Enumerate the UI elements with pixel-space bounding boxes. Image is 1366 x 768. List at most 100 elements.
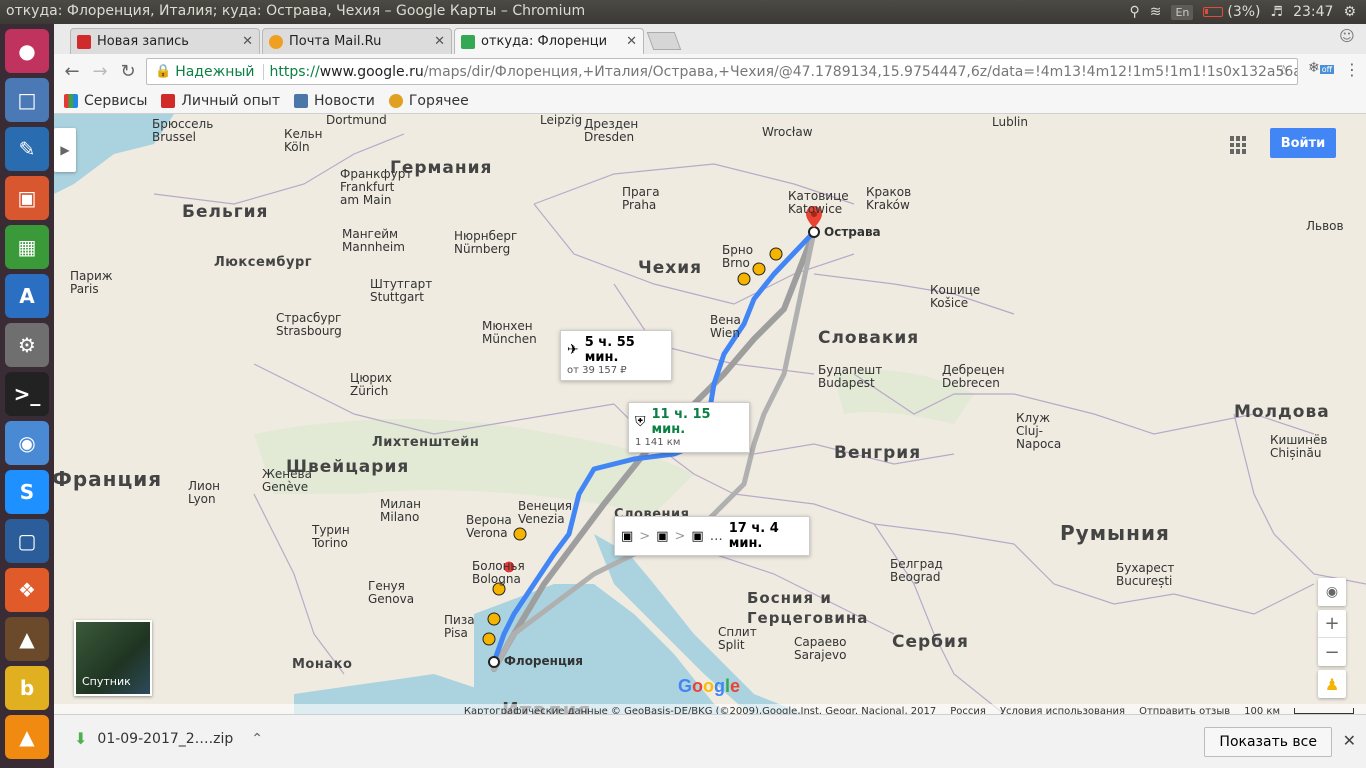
city-label: Мангейм Mannheim [342, 227, 405, 254]
settings-icon[interactable]: ⚙ [1343, 4, 1356, 20]
show-all-downloads-button[interactable]: Показать все [1204, 727, 1332, 757]
mount-icon[interactable]: ▲ [5, 617, 49, 661]
city-label: Сплит Split [718, 625, 757, 652]
download-file-icon: ⬇ [74, 729, 88, 748]
login-button[interactable]: Войти [1270, 128, 1336, 158]
expand-panel-button[interactable]: ▶ [54, 128, 76, 172]
download-filename: 01-09-2017_2….zip [97, 730, 234, 747]
lock-icon: 🔒 [155, 64, 172, 79]
calc-icon[interactable]: ▦ [5, 225, 49, 269]
city-label-destination: Острава [824, 225, 881, 239]
profile-icon[interactable]: ☺ [1336, 27, 1358, 49]
bus-icon: ▣ [621, 528, 634, 544]
plane-icon: ✈ [567, 342, 579, 358]
system-settings-icon[interactable]: ⚙ [5, 323, 49, 367]
bookmarks-bar: Сервисы Личный опыт Новости Горячее [54, 88, 1366, 114]
satellite-label: Спутник [82, 675, 131, 688]
extension-icon[interactable]: ❄ off [1308, 60, 1335, 82]
terminal-icon[interactable]: >_ [5, 372, 49, 416]
forward-icon[interactable]: → [86, 57, 114, 85]
country-label: Чехия [638, 258, 703, 278]
close-icon[interactable]: ✕ [1343, 731, 1356, 750]
transit-duration: 17 ч. 4 мин. [728, 521, 779, 551]
city-label: Страсбург Strasbourg [276, 311, 342, 338]
country-label: Венгрия [834, 443, 922, 463]
url-scheme: https:// [269, 63, 320, 80]
city-label: Генуя Genova [368, 579, 415, 606]
city-label: Милан Milano [380, 497, 422, 524]
tab-mail-ru[interactable]: Почта Mail.Ru ✕ [262, 28, 452, 54]
chevron-up-icon[interactable]: ⌃ [251, 731, 263, 747]
city-label: Будапешт Budapest [818, 363, 883, 390]
chromium-icon[interactable]: ◉ [5, 421, 49, 465]
zoom-in-button[interactable]: + [1318, 610, 1346, 638]
bookmark-services[interactable]: Сервисы [64, 93, 147, 109]
pegman-icon[interactable]: ♟ [1318, 670, 1346, 698]
wifi-icon[interactable]: ≋ [1150, 4, 1162, 20]
impress-icon[interactable]: ▣ [5, 176, 49, 220]
city-label: Бухарест București [1116, 561, 1175, 588]
city-label: Кельн Köln [284, 127, 323, 154]
driving-route-card[interactable]: ⛨ 11 ч. 15 мин. 1 141 км [628, 402, 750, 453]
city-label: Дебрецен Debrecen [942, 363, 1005, 390]
menu-icon[interactable]: ⋮ [1344, 60, 1360, 79]
keyboard-layout-indicator[interactable]: En [1171, 4, 1194, 20]
vk-icon [293, 93, 308, 108]
close-icon[interactable]: ✕ [434, 34, 445, 49]
bookmark-favicon-icon [161, 93, 176, 108]
url-path: /maps/dir/Флоренция,+Италия/Острава,+Чех… [423, 63, 1297, 80]
maps-favicon-icon [461, 34, 475, 49]
flight-price: от 39 157 ₽ [567, 365, 627, 376]
bookmark-hot[interactable]: Горячее [388, 93, 469, 109]
clock[interactable]: 23:47 [1293, 4, 1333, 20]
flight-duration: 5 ч. 55 мин. [584, 335, 635, 365]
reload-icon[interactable]: ↻ [114, 57, 142, 85]
back-icon[interactable]: ← [58, 57, 86, 85]
satellite-toggle[interactable]: Спутник [74, 620, 152, 696]
flight-route-card[interactable]: ✈ 5 ч. 55 мин. от 39 157 ₽ [560, 330, 672, 381]
writer-icon[interactable]: ✎ [5, 127, 49, 171]
windows-app-icon[interactable]: ❖ [5, 568, 49, 612]
close-icon[interactable]: ✕ [626, 34, 637, 49]
city-label: Болонья Bologna [472, 559, 525, 586]
address-bar[interactable]: 🔒 Надежный https:// www.google.ru /maps/… [146, 58, 1298, 85]
battery-indicator[interactable]: (3%) [1203, 4, 1261, 20]
city-label: Франкфурт Frankfurt am Main [340, 167, 413, 207]
city-label: Dortmund [326, 114, 387, 127]
search-icon[interactable]: ⚲ [1129, 4, 1139, 20]
city-label: Краков Kraków [866, 185, 912, 212]
city-label: Пиза Pisa [444, 613, 475, 640]
zoom-control: + − [1318, 610, 1346, 666]
map-canvas[interactable]: Германия Бельгия Люксембург Чехия Словак… [54, 114, 1366, 718]
pikabu-icon [388, 93, 403, 108]
launcher: ● □ ✎ ▣ ▦ A ⚙ >_ ◉ S ▢ ❖ ▲ b ▲ [0, 24, 54, 768]
volume-icon[interactable]: ♬ [1271, 4, 1284, 20]
bookmark-news[interactable]: Новости [293, 93, 375, 109]
google-apps-icon[interactable] [1230, 136, 1248, 154]
dash-ubuntu-icon[interactable]: ● [5, 29, 49, 73]
extension-badge: off [1319, 65, 1335, 74]
zoom-out-button[interactable]: − [1318, 638, 1346, 666]
my-location-button[interactable]: ◉ [1318, 578, 1346, 606]
skype-icon[interactable]: S [5, 470, 49, 514]
tab-new-post[interactable]: Новая запись ✕ [70, 28, 260, 54]
transit-route-card[interactable]: ▣ > ▣ > ▣… 17 ч. 4 мин. [614, 516, 810, 556]
b-app-icon[interactable]: b [5, 666, 49, 710]
virtualbox-icon[interactable]: ▢ [5, 519, 49, 563]
country-label: Румыния [1060, 521, 1170, 545]
download-item[interactable]: ⬇ 01-09-2017_2….zip ⌃ [74, 729, 263, 748]
tab-favicon-icon [269, 34, 283, 49]
new-tab-button[interactable] [646, 32, 682, 50]
bookmark-personal[interactable]: Личный опыт [161, 93, 280, 109]
bookmark-star-icon[interactable]: ☆ [1277, 61, 1291, 80]
vlc-icon[interactable]: ▲ [5, 715, 49, 759]
close-icon[interactable]: ✕ [242, 34, 253, 49]
city-label: Прага Praha [622, 185, 660, 212]
tab-google-maps[interactable]: откуда: Флоренци ✕ [454, 28, 644, 54]
app-store-icon[interactable]: A [5, 274, 49, 318]
url-host: www.google.ru [319, 63, 424, 80]
tab-label: Новая запись [97, 34, 189, 49]
city-label: Львов [1306, 219, 1344, 233]
files-icon[interactable]: □ [5, 78, 49, 122]
country-label: Франция [54, 467, 163, 491]
